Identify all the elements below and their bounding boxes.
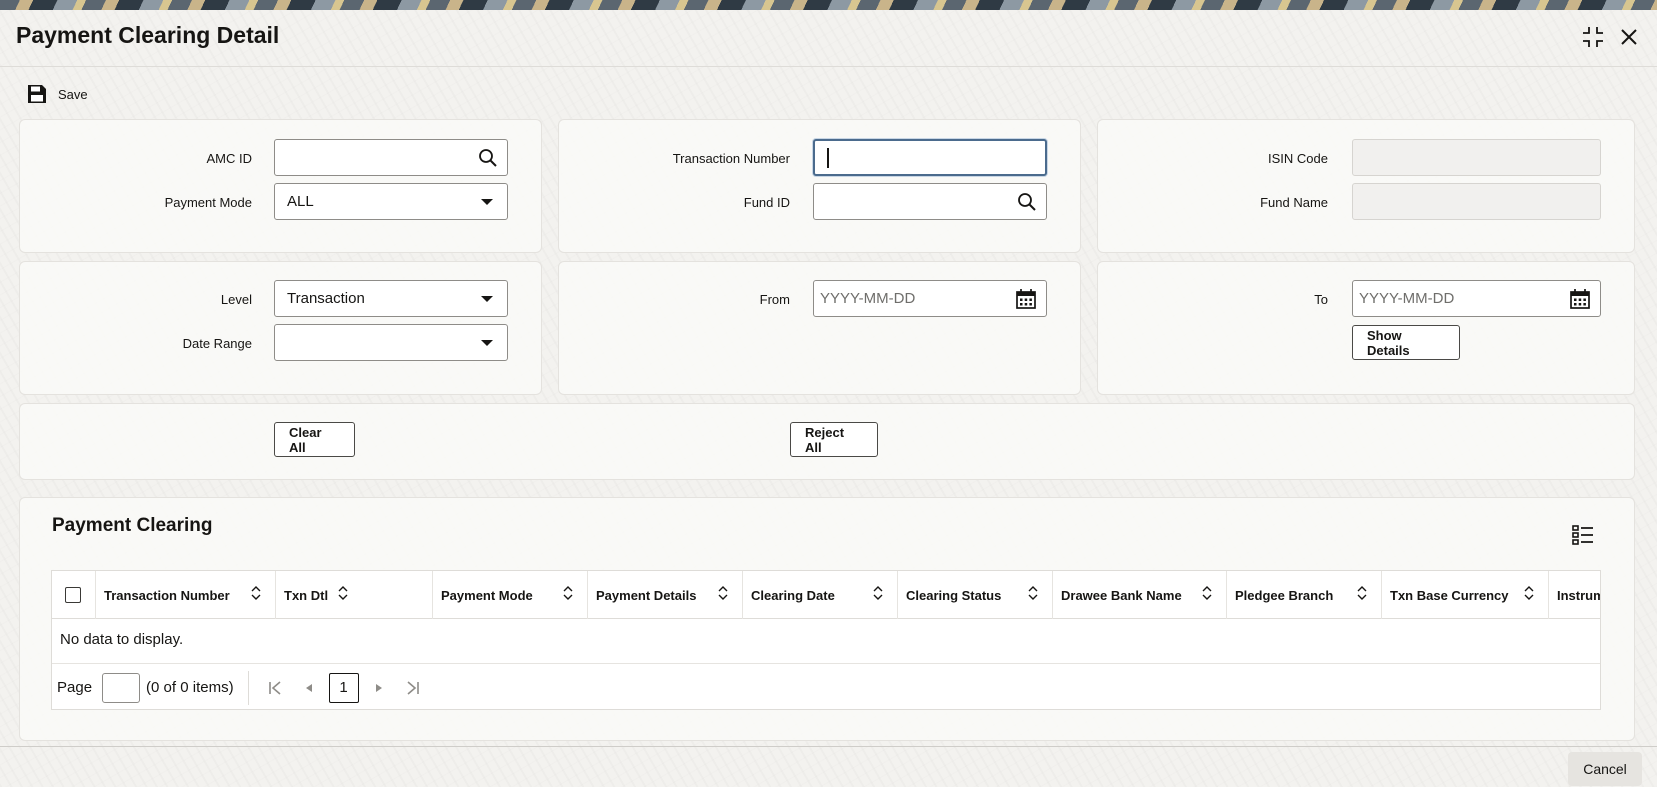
clear-all-button[interactable]: Clear All (274, 422, 355, 457)
sort-icon[interactable] (563, 586, 573, 603)
date-range-select[interactable] (274, 324, 508, 361)
column-header[interactable]: Instrum (1548, 571, 1600, 619)
search-icon[interactable] (1017, 192, 1037, 212)
pagination: Page (0 of 0 items) 1 (52, 663, 1600, 709)
payment-mode-label: Payment Mode (164, 195, 252, 210)
calendar-icon[interactable] (1569, 288, 1591, 310)
sort-icon[interactable] (718, 586, 728, 603)
column-header[interactable]: Transaction Number (95, 571, 275, 619)
transaction-number-label: Transaction Number (672, 151, 790, 166)
fund-name-label: Fund Name (1260, 195, 1328, 210)
table-header: Transaction Number Txn Dtl Payment Mode … (52, 571, 1600, 619)
payment-clearing-table: Transaction Number Txn Dtl Payment Mode … (51, 570, 1601, 710)
column-header[interactable]: Payment Mode (432, 571, 587, 619)
to-date-input[interactable]: YYYY-MM-DD (1352, 280, 1601, 317)
date-range-label: Date Range (182, 336, 252, 351)
column-header[interactable]: Payment Details (587, 571, 742, 619)
sort-icon[interactable] (1202, 586, 1212, 603)
search-icon[interactable] (478, 148, 498, 168)
page-label: Page (57, 679, 93, 696)
close-icon[interactable] (1616, 24, 1642, 50)
payment-mode-select[interactable]: ALL (274, 183, 508, 220)
amc-id-label: AMC ID (206, 151, 253, 166)
sort-icon[interactable] (1028, 586, 1038, 603)
item-count: (0 of 0 items) (146, 679, 234, 696)
show-details-button[interactable]: Show Details (1352, 325, 1460, 360)
fund-id-input[interactable] (813, 183, 1047, 220)
select-all-checkbox[interactable] (52, 571, 95, 619)
column-header[interactable]: Drawee Bank Name (1052, 571, 1226, 619)
column-header[interactable]: Clearing Status (897, 571, 1052, 619)
save-icon (28, 85, 46, 103)
from-date-input[interactable]: YYYY-MM-DD (813, 280, 1047, 317)
title-divider (0, 66, 1657, 67)
column-list-icon[interactable] (1572, 524, 1594, 546)
sort-icon[interactable] (338, 586, 348, 603)
calendar-icon[interactable] (1015, 288, 1037, 310)
page-input[interactable] (102, 672, 141, 703)
footer-divider (0, 746, 1657, 747)
page-title: Payment Clearing Detail (16, 22, 280, 48)
from-label: From (759, 292, 790, 307)
chevron-down-icon (481, 295, 493, 302)
previous-page-icon[interactable] (295, 674, 323, 702)
current-page-button[interactable]: 1 (328, 672, 359, 703)
isin-code-field (1352, 139, 1601, 176)
grid-title: Payment Clearing (52, 515, 213, 536)
sort-icon[interactable] (1524, 586, 1534, 603)
save-label: Save (58, 86, 88, 102)
sort-icon[interactable] (873, 586, 883, 603)
last-page-icon[interactable] (399, 674, 427, 702)
expand-icon[interactable] (1580, 24, 1606, 50)
chevron-down-icon (481, 198, 493, 205)
fund-id-label: Fund ID (743, 195, 790, 210)
isin-code-label: ISIN Code (1268, 151, 1328, 166)
column-header[interactable]: Clearing Date (742, 571, 897, 619)
fund-name-field (1352, 183, 1601, 220)
next-page-icon[interactable] (365, 674, 393, 702)
level-select[interactable]: Transaction (274, 280, 508, 317)
cancel-button[interactable]: Cancel (1568, 752, 1642, 786)
amc-id-input[interactable] (274, 139, 508, 176)
sort-icon[interactable] (1357, 586, 1367, 603)
pager-divider (247, 670, 249, 705)
empty-message: No data to display. (60, 631, 184, 648)
level-label: Level (220, 292, 252, 307)
column-header[interactable]: Txn Dtl (275, 571, 432, 619)
save-button[interactable]: Save (26, 82, 88, 106)
chevron-down-icon (481, 339, 493, 346)
reject-all-button[interactable]: Reject All (790, 422, 878, 457)
first-page-icon[interactable] (261, 674, 289, 702)
to-label: To (1314, 292, 1328, 307)
transaction-number-input[interactable] (813, 139, 1047, 176)
column-header[interactable]: Txn Base Currency (1381, 571, 1548, 619)
sort-icon[interactable] (251, 586, 261, 603)
header-banner (0, 0, 1657, 10)
text-cursor (827, 147, 829, 168)
column-header[interactable]: Pledgee Branch (1226, 571, 1381, 619)
